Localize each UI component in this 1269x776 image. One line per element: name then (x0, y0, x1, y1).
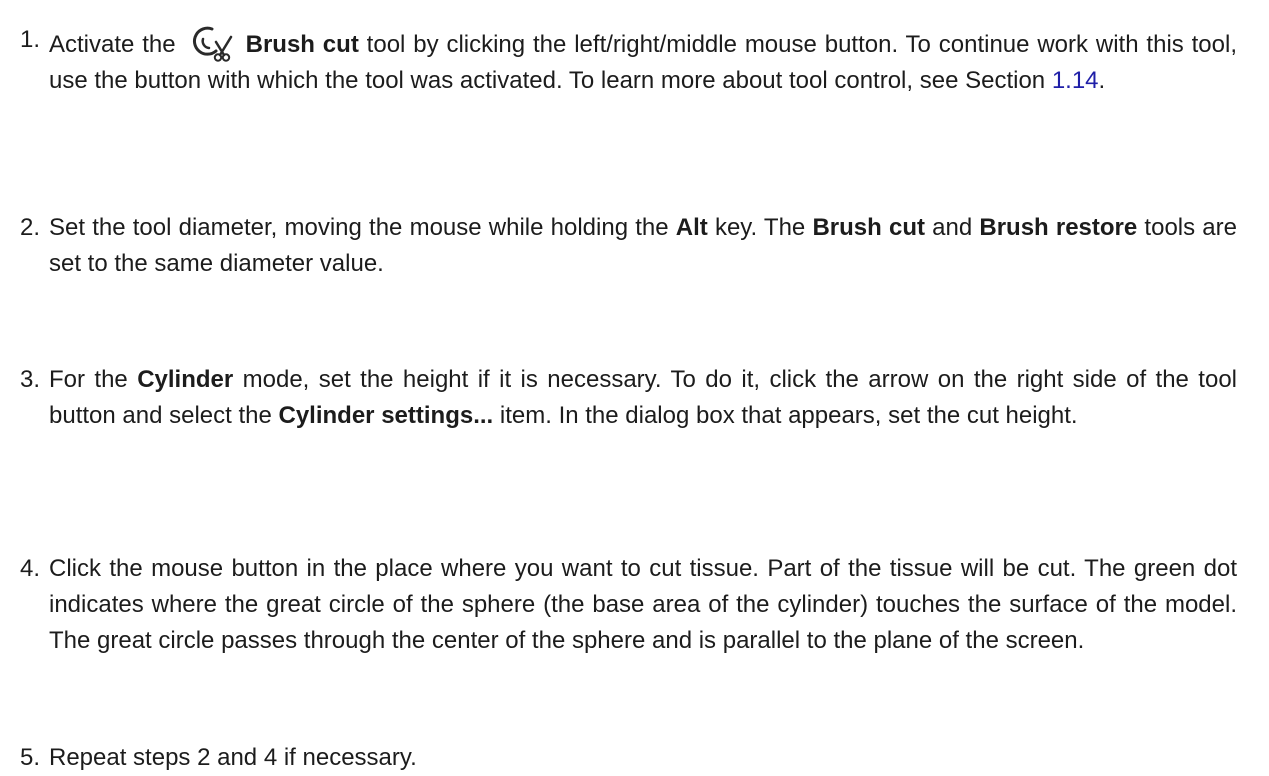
brush-cut-icon (190, 22, 234, 62)
key-name: Alt (675, 214, 708, 241)
tool-name: Brush cut (812, 214, 925, 241)
step-number: 1. (20, 26, 41, 53)
step-text: Click the mouse button in the place wher… (49, 555, 1237, 654)
section-link[interactable]: 1.14 (1052, 67, 1099, 94)
step-text-run: For the (49, 366, 138, 393)
tool-name: Brush restore (979, 214, 1138, 241)
step-text: Set the tool diameter, moving the mouse … (49, 210, 1237, 282)
step-text-run: Activate the (49, 31, 176, 58)
step-text: Activate the Brush cut tool by clicking … (49, 22, 1237, 99)
mode-name: Cylinder (137, 366, 234, 393)
step-text-run: Set the tool diameter, moving the mouse … (49, 214, 676, 241)
step-text-run: . (1098, 67, 1106, 94)
step-text-run: item. In the dialog box that appears, se… (493, 402, 1078, 429)
step-text: Repeat steps 2 and 4 if necessary. (49, 744, 417, 771)
step-number: 4. (20, 555, 41, 582)
step-text: For the Cylinder mode, set the height if… (49, 362, 1237, 434)
step-text-run: and (924, 214, 980, 241)
tool-name: Brush cut (245, 31, 359, 58)
menu-item-name: Cylinder settings... (278, 402, 494, 429)
step-number: 5. (20, 744, 41, 771)
step-text-run: key. The (707, 214, 813, 241)
step-number: 2. (20, 214, 41, 241)
step-number: 3. (20, 366, 41, 393)
